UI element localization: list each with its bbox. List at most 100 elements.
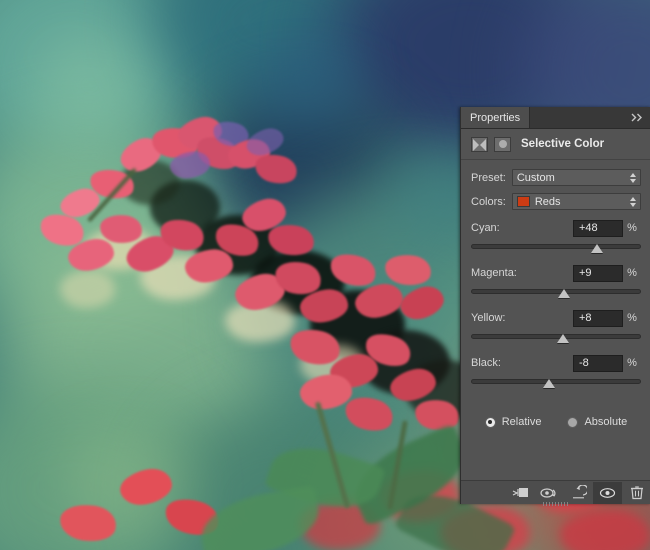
flower-petal	[156, 214, 208, 256]
bokeh-blob	[0, 380, 220, 550]
slider-magenta-value[interactable]: +9	[573, 264, 623, 282]
slider-yellow-value[interactable]: +8	[573, 309, 623, 327]
slider-black-label: Black:	[471, 357, 501, 369]
properties-panel: Properties Selective Color Preset: Custo…	[460, 107, 650, 506]
slider-magenta-track[interactable]	[471, 287, 641, 300]
flower-petal	[117, 464, 175, 510]
flower-petal	[60, 270, 115, 308]
double-chevron-right-icon[interactable]	[624, 107, 650, 128]
flower-petal	[327, 351, 381, 391]
bokeh-blob	[250, 30, 360, 130]
flower-petal	[57, 501, 119, 545]
slider-black-thumb[interactable]	[543, 379, 556, 388]
slider-black-track[interactable]	[471, 377, 641, 390]
bokeh-blob	[150, 0, 410, 120]
reset-adjustment-icon[interactable]	[564, 482, 593, 504]
tab-properties-label: Properties	[470, 111, 521, 124]
flower-petal	[341, 392, 397, 436]
clip-to-layer-icon[interactable]	[506, 482, 535, 504]
flower-petal	[298, 372, 354, 412]
leaf	[195, 485, 325, 550]
slider-magenta-thumb[interactable]	[557, 289, 570, 298]
flower-petal	[326, 248, 380, 292]
slider-black-value[interactable]: -8	[573, 354, 623, 372]
flower-petal	[272, 257, 324, 299]
delete-adjustment-layer-icon[interactable]	[622, 482, 650, 504]
slider-magenta-unit: %	[627, 267, 637, 279]
flower-petal	[412, 396, 462, 434]
flower-petal	[36, 208, 88, 252]
layer-mask-icon[interactable]	[494, 136, 511, 152]
slider-yellow-thumb[interactable]	[556, 334, 569, 343]
foliage-shadow	[150, 180, 220, 235]
flower-petal	[168, 149, 212, 181]
slider-cyan-unit: %	[627, 222, 637, 234]
bokeh-blob	[160, 400, 400, 550]
app-screen: Properties Selective Color Preset: Custo…	[0, 0, 650, 550]
slider-rail	[471, 379, 641, 384]
slider-black-unit: %	[627, 357, 637, 369]
foliage-shadow	[310, 290, 405, 360]
panel-resize-grip[interactable]	[543, 502, 569, 506]
foliage-shadow	[250, 250, 345, 315]
radio-absolute-label: Absolute	[584, 416, 628, 428]
flower-petal	[210, 117, 252, 151]
adjustment-title-row: Selective Color	[461, 129, 650, 160]
stepper-arrows-icon	[630, 196, 636, 207]
preset-label: Preset:	[471, 171, 506, 184]
foliage-shadow	[195, 215, 280, 275]
panel-footer-toolbar	[461, 480, 650, 504]
radio-relative-dot	[484, 416, 496, 428]
slider-yellow-track[interactable]	[471, 332, 641, 345]
stem	[87, 167, 137, 223]
flower-petal	[161, 493, 223, 541]
radio-relative-label: Relative	[501, 416, 542, 428]
flower-petal	[98, 212, 144, 246]
flower-petal	[383, 251, 433, 289]
colors-label: Colors:	[471, 195, 506, 208]
method-radio-group: Relative Absolute	[471, 416, 641, 428]
flower-petal	[191, 130, 245, 176]
flower-petal	[238, 194, 290, 236]
flower-petal	[300, 500, 380, 550]
radio-relative[interactable]: Relative	[484, 416, 542, 428]
flower-petal	[387, 364, 439, 406]
slider-yellow-unit: %	[627, 312, 637, 324]
leaf	[264, 434, 386, 521]
bokeh-blob	[0, 120, 210, 330]
preset-select[interactable]: Custom	[511, 169, 641, 186]
tab-properties[interactable]: Properties	[461, 107, 531, 128]
flower-petal	[65, 235, 117, 275]
flower-petal	[300, 345, 365, 385]
flower-petal	[121, 230, 179, 278]
flower-petal	[380, 470, 460, 522]
preset-row: Preset: Custom	[471, 169, 641, 186]
slider-rail	[471, 289, 641, 294]
flower-petal	[175, 113, 225, 153]
flower-petal	[560, 510, 650, 550]
flower-petal	[361, 328, 415, 372]
bokeh-blob	[0, 0, 200, 170]
flower-petal	[87, 165, 137, 203]
flower-petal	[243, 124, 287, 160]
flower-petal	[231, 269, 289, 315]
preset-value: Custom	[516, 171, 555, 184]
flower-petal	[140, 255, 215, 300]
slider-rail	[471, 244, 641, 249]
flower-petal	[150, 124, 200, 162]
slider-cyan-value[interactable]: +48	[573, 219, 623, 237]
slider-cyan-thumb[interactable]	[590, 244, 603, 253]
colors-row: Colors: Reds	[471, 193, 641, 210]
toggle-layer-visibility-icon[interactable]	[593, 481, 622, 504]
radio-absolute[interactable]: Absolute	[567, 416, 627, 428]
slider-cyan-track[interactable]	[471, 242, 641, 255]
panel-tabbar: Properties	[461, 107, 650, 129]
flower-petal	[225, 300, 295, 342]
view-previous-state-icon[interactable]	[535, 482, 564, 504]
colors-select[interactable]: Reds	[511, 193, 641, 210]
slider-cyan-label: Cyan:	[471, 222, 500, 234]
flower-petal	[56, 184, 104, 222]
flower-petal	[396, 281, 448, 325]
panel-body: Preset: Custom Colors: Reds Cyan: +48 % …	[461, 160, 650, 428]
flower-petal	[183, 246, 235, 286]
